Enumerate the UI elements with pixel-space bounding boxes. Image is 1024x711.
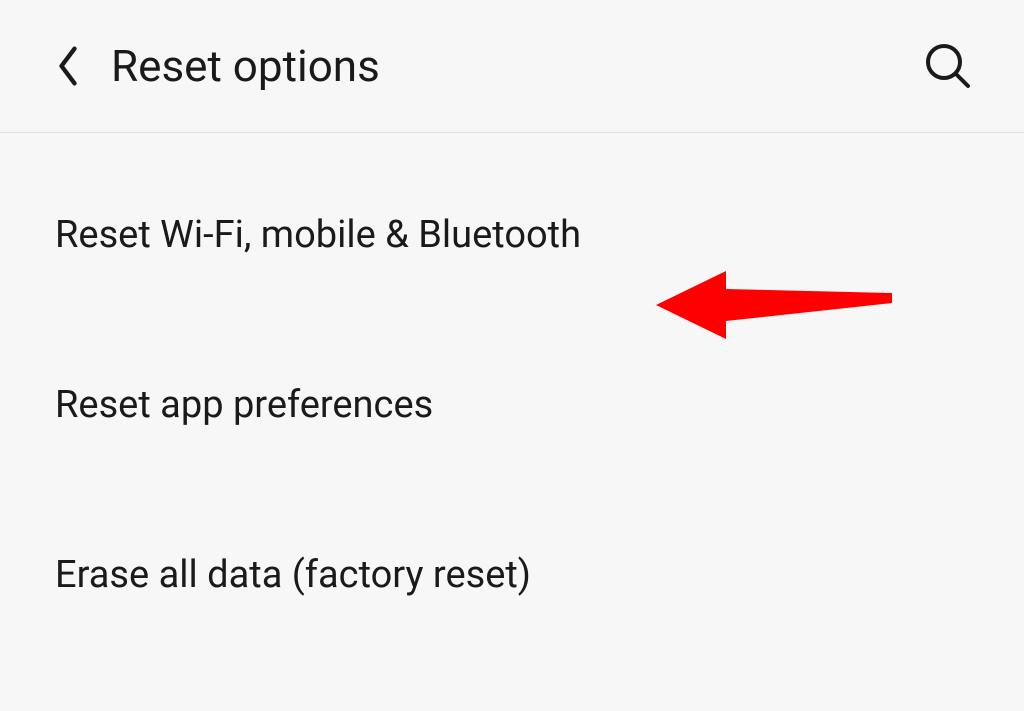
back-icon[interactable] [55,44,81,88]
header-left: Reset options [55,40,380,92]
page-title: Reset options [111,40,380,92]
search-icon[interactable] [922,40,974,92]
option-reset-app-preferences[interactable]: Reset app preferences [55,383,969,427]
option-reset-wifi-mobile-bluetooth[interactable]: Reset Wi-Fi, mobile & Bluetooth [55,213,969,257]
header: Reset options [0,0,1024,133]
option-erase-all-data[interactable]: Erase all data (factory reset) [55,553,969,597]
content: Reset Wi-Fi, mobile & Bluetooth Reset ap… [0,133,1024,597]
